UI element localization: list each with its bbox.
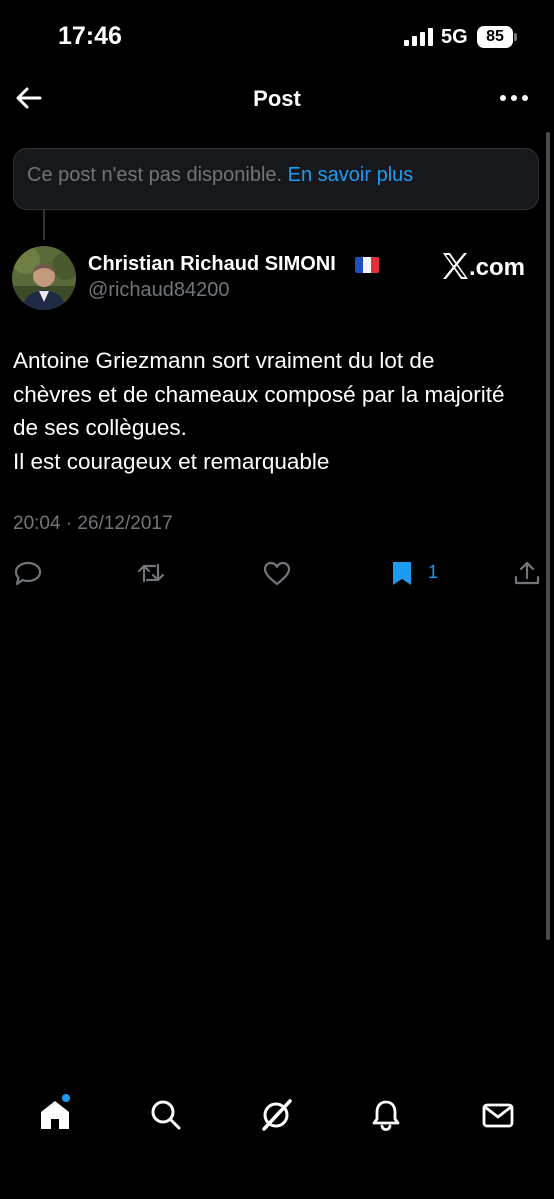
author-handle[interactable]: @richaud84200 [88, 279, 230, 302]
post-text-line: de ses collègues. [13, 415, 187, 440]
reply-icon[interactable] [13, 559, 43, 587]
avatar[interactable] [12, 246, 76, 310]
battery-indicator: 85 [477, 26, 513, 48]
status-time: 17:46 [58, 22, 122, 50]
share-icon[interactable] [512, 559, 542, 587]
battery-level: 85 [486, 28, 504, 45]
heart-icon[interactable] [262, 559, 292, 587]
bell-icon[interactable] [369, 1098, 403, 1132]
post-text-line: chèvres et de chameaux composé par la ma… [13, 381, 505, 407]
post-text-line: Antoine Griezmann sort vraiment du lot d… [13, 348, 435, 373]
repost-icon[interactable] [136, 559, 166, 587]
more-horizontal-icon[interactable] [498, 90, 530, 106]
bookmark-filled-icon[interactable] [389, 559, 419, 587]
post-text-line: Il est courageux et remarquable [13, 448, 330, 474]
grok-icon[interactable] [259, 1098, 293, 1132]
x-logo: .com [443, 253, 525, 281]
mail-icon[interactable] [481, 1098, 515, 1132]
network-label: 5G [441, 26, 468, 48]
battery-nub [514, 33, 517, 41]
learn-more-link[interactable]: En savoir plus [288, 164, 414, 186]
france-flag-icon [355, 257, 379, 273]
unavailable-text: Ce post n'est pas disponible. [27, 164, 283, 186]
post-timestamp[interactable]: 20:04 · 26/12/2017 [13, 513, 173, 535]
unavailable-post-card: Ce post n'est pas disponible. En savoir … [13, 148, 539, 210]
home-icon[interactable] [38, 1098, 72, 1132]
page-title: Post [253, 86, 301, 111]
svg-text:.com: .com [469, 254, 525, 281]
signal-icon [404, 28, 433, 46]
author-name[interactable]: Christian Richaud SIMONI [88, 253, 336, 276]
scrollbar[interactable] [546, 132, 550, 940]
search-icon[interactable] [149, 1098, 183, 1132]
notification-dot [62, 1094, 70, 1102]
post-text: Antoine Griezmann sort vraiment du lot d… [13, 344, 543, 478]
bookmark-count: 1 [428, 562, 439, 582]
thread-connector [43, 210, 45, 240]
